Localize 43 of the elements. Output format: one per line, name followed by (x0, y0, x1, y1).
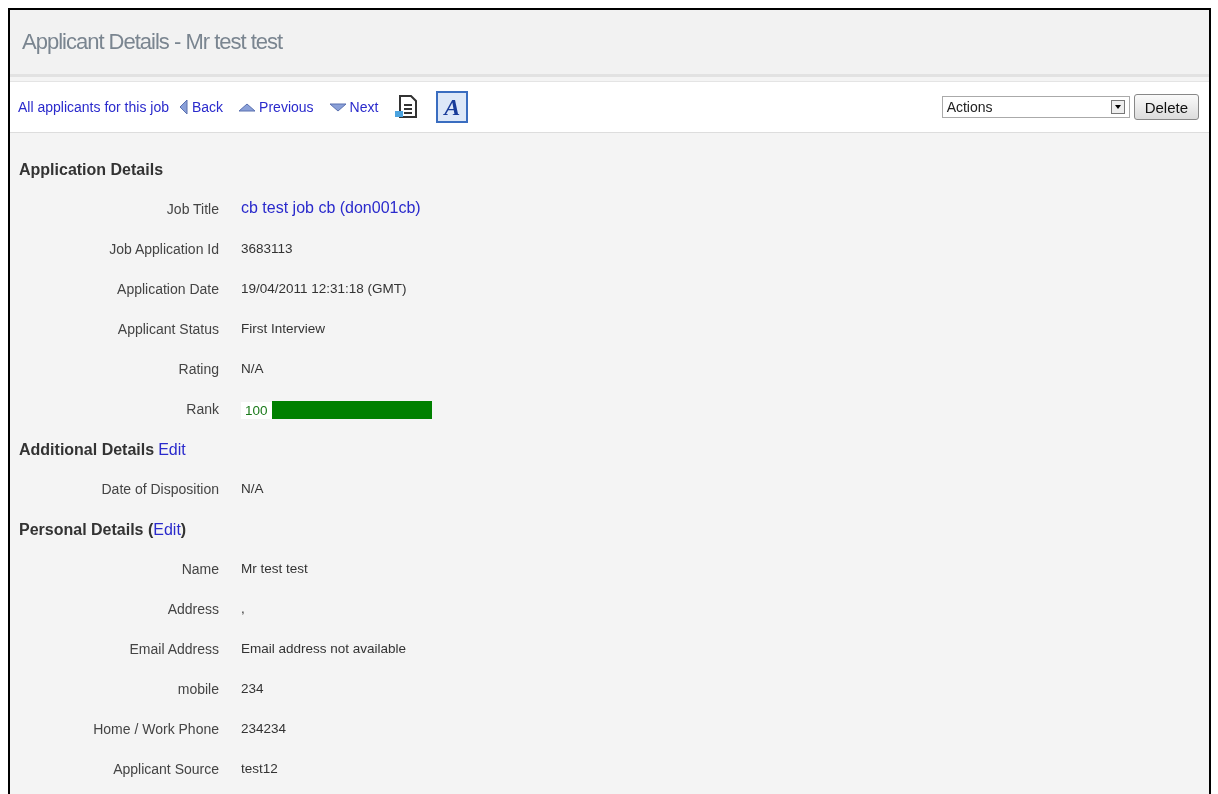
page-title: Applicant Details - Mr test test (22, 29, 283, 55)
field-label: Name (180, 561, 219, 577)
field-value: First Interview (241, 321, 325, 336)
up-arrow-icon (239, 102, 256, 112)
field-label: mobile (176, 681, 219, 697)
section-heading: Additional Details (19, 441, 155, 459)
field-value: 3683113 (241, 241, 293, 256)
font-button[interactable]: A (436, 91, 469, 123)
delete-button[interactable]: Delete (1133, 94, 1199, 120)
actions-dropdown[interactable]: Actions (941, 96, 1130, 118)
nav-link[interactable]: Next (329, 99, 379, 115)
nav-link[interactable]: Back (178, 99, 224, 115)
field-label: Date of Disposition (100, 481, 219, 497)
field-label: Applicant Status (116, 321, 219, 337)
field-value: test12 (241, 761, 278, 776)
field-label: Rating (177, 361, 219, 377)
section-heading: Personal Details ( (19, 521, 154, 539)
down-arrow-icon (329, 102, 346, 112)
field-value: 234 (241, 681, 264, 696)
field-label: Job Title (165, 201, 219, 217)
edit-link[interactable]: Edit (153, 521, 181, 539)
field-label: Application Date (116, 281, 219, 297)
field-value: , (241, 601, 245, 616)
field-label: Rank (185, 401, 219, 417)
field-value: N/A (241, 361, 264, 376)
job-title-link[interactable]: cb test job cb (don001cb) (241, 199, 421, 217)
field-label: Email Address (128, 641, 219, 657)
heading-parenthesis: ) (180, 521, 187, 539)
field-label: Job Application Id (108, 241, 219, 257)
nav-link[interactable]: Previous (239, 99, 314, 115)
field-value: Mr test test (241, 561, 308, 576)
field-value: 234234 (241, 721, 287, 736)
section-heading: Application Details (19, 161, 164, 179)
rank-value: 100 (241, 401, 272, 419)
field-label: Applicant Source (112, 761, 219, 777)
edit-link[interactable]: Edit (158, 441, 186, 459)
field-value: N/A (241, 481, 264, 496)
field-value: 19/04/2011 12:31:18 (GMT) (241, 281, 407, 296)
nav-link[interactable]: All applicants for this job (18, 99, 169, 115)
field-label: Home / Work Phone (92, 721, 219, 737)
back-arrow-icon (178, 100, 188, 114)
field-value: Email address not available (241, 641, 407, 656)
field-label: Address (166, 601, 219, 617)
